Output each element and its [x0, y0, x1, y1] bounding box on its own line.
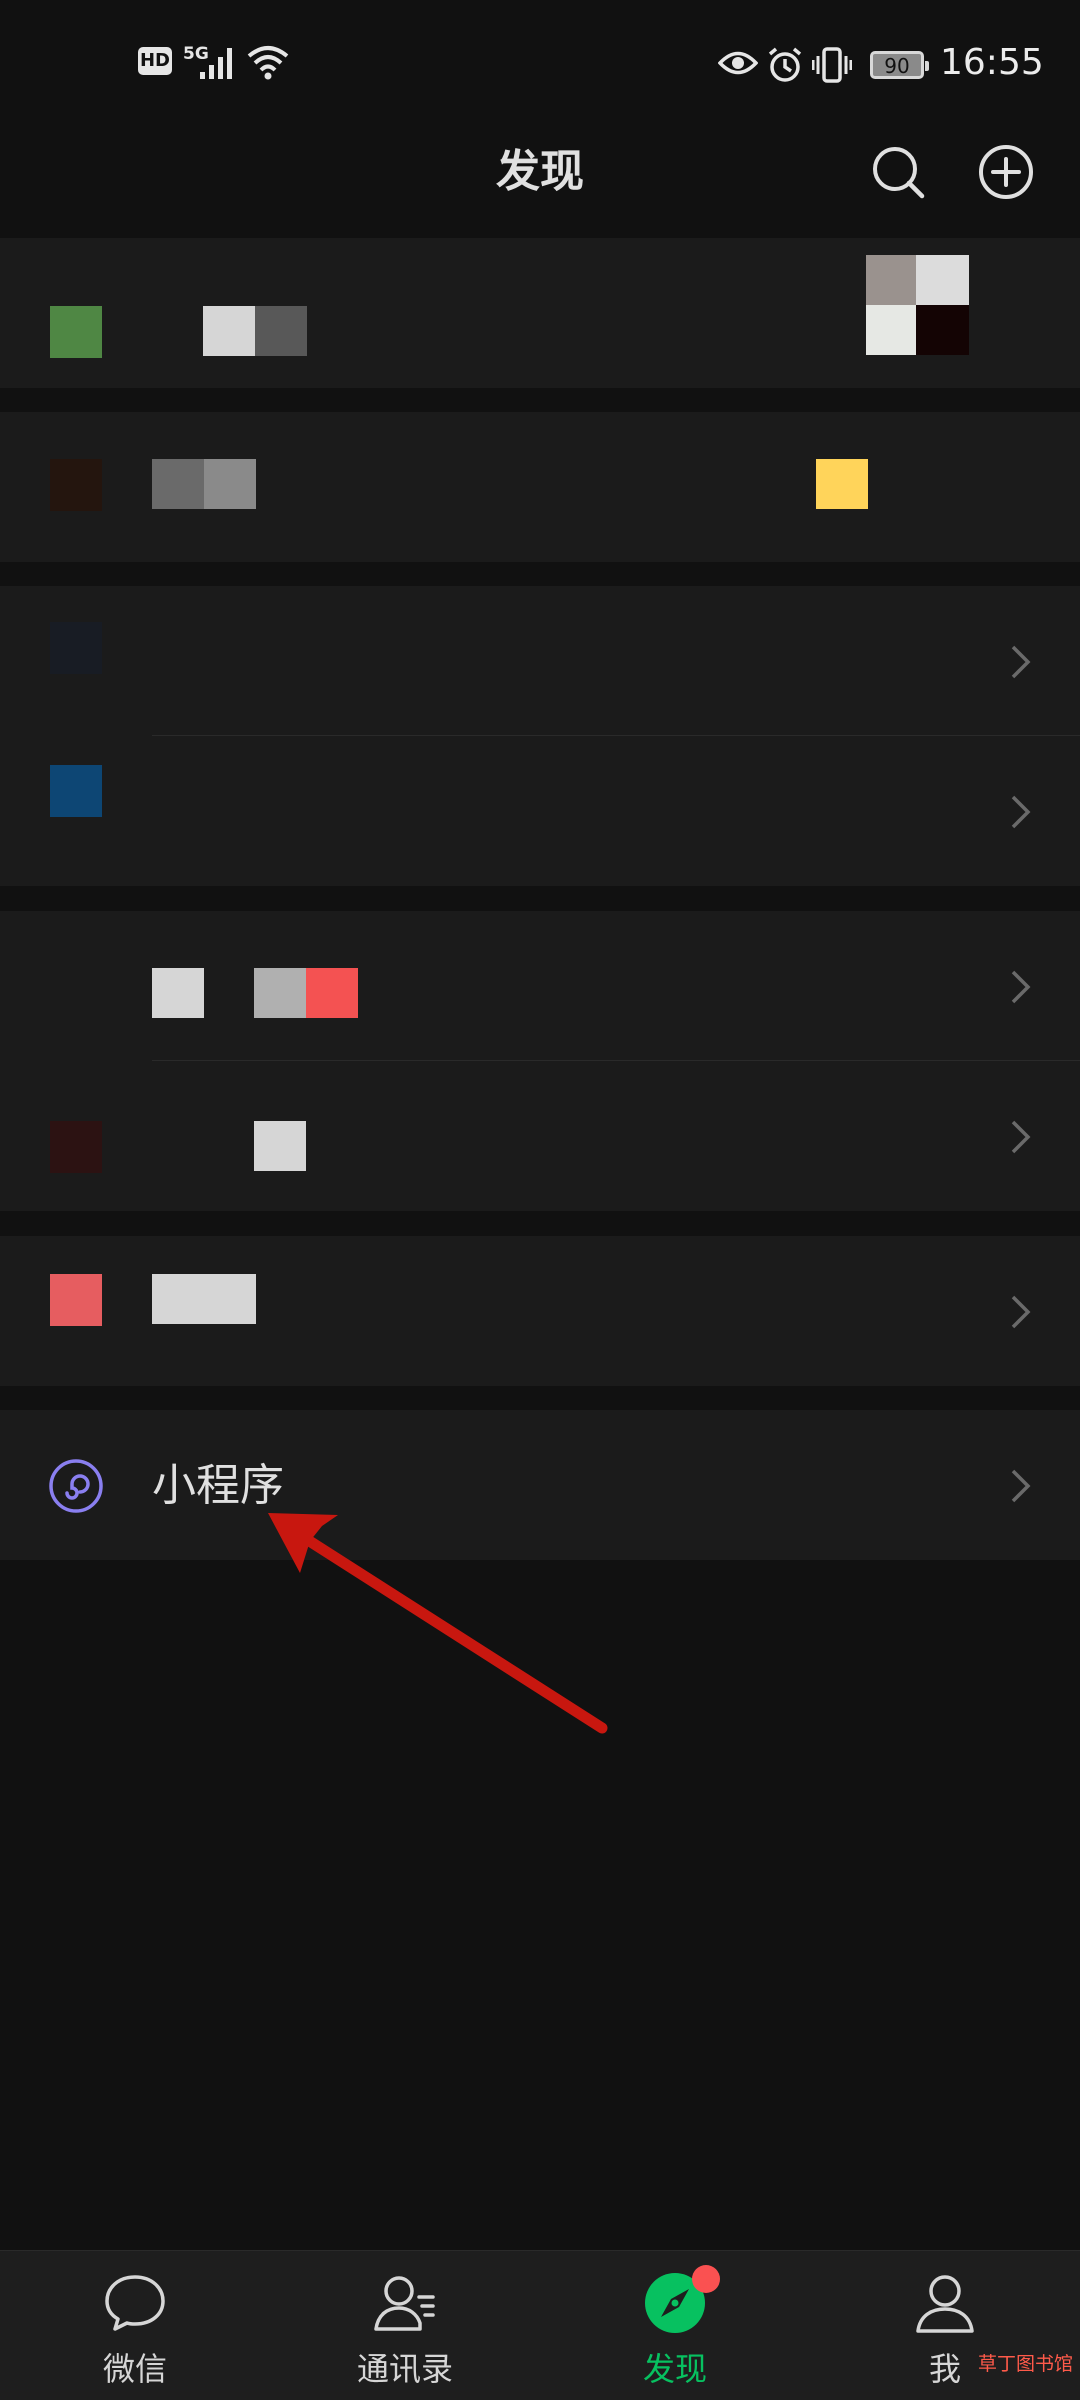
tab-label: 微信 [102, 2350, 167, 2388]
alarm-icon [768, 47, 802, 82]
tab-label: 通讯录 [356, 2350, 453, 2388]
blurred-thumbnail [866, 255, 916, 305]
wifi-icon [247, 46, 289, 80]
blurred-label [152, 1274, 256, 1324]
blurred-label [306, 968, 358, 1018]
blurred-badge [816, 459, 868, 509]
discover-screen: HD 5G 90 16:55 发现 小程序 微信 通讯录 发现 我 草丁图书馆 [0, 0, 1080, 2400]
chat-icon [105, 2275, 165, 2331]
eye-icon [718, 51, 758, 75]
tab-contacts[interactable]: 通讯录 [270, 2251, 540, 2400]
add-icon[interactable] [976, 142, 1036, 202]
chevron-right-icon [1011, 645, 1031, 679]
signal-icon [200, 48, 232, 79]
tab-label: 发现 [642, 2350, 707, 2388]
notification-badge [692, 2265, 720, 2293]
blurred-label [204, 459, 256, 509]
item-icon [50, 1274, 102, 1326]
blurred-label [254, 968, 306, 1018]
item-icon [50, 459, 102, 511]
chevron-right-icon [1011, 970, 1031, 1004]
mini-programs-item[interactable]: 小程序 [0, 1410, 1080, 1560]
blurred-label [152, 459, 204, 509]
list-item[interactable] [0, 736, 1080, 886]
blurred-label [254, 1121, 306, 1171]
item-icon [50, 306, 102, 358]
blurred-thumbnail [866, 305, 916, 355]
tab-discover[interactable]: 发现 [540, 2251, 810, 2400]
chevron-right-icon [1011, 1295, 1031, 1329]
list-item[interactable] [0, 1236, 1080, 1386]
blurred-thumbnail [916, 305, 969, 355]
tab-chats[interactable]: 微信 [0, 2251, 270, 2400]
list-item[interactable] [0, 412, 1080, 562]
vibrate-icon [812, 47, 852, 83]
search-icon[interactable] [868, 142, 928, 202]
list-item[interactable] [0, 1061, 1080, 1211]
chevron-right-icon [1011, 795, 1031, 829]
header-bar: 发现 [0, 120, 1080, 238]
mini-programs-label: 小程序 [152, 1460, 284, 1511]
battery-icon: 90 [870, 51, 929, 79]
person-icon [916, 2275, 974, 2333]
list-item[interactable] [0, 238, 1080, 388]
status-bar: HD 5G 90 16:55 [0, 0, 1080, 120]
chevron-right-icon [1011, 1120, 1031, 1154]
tab-me[interactable]: 我 [810, 2251, 1080, 2400]
chevron-right-icon [1011, 1469, 1031, 1503]
blurred-thumbnail [916, 255, 969, 305]
mini-program-icon [49, 1459, 103, 1513]
blurred-label [203, 306, 255, 356]
hd-icon: HD [138, 47, 172, 75]
blurred-label [152, 968, 204, 1018]
blurred-label [255, 306, 307, 356]
battery-level: 90 [884, 54, 910, 78]
status-time: 16:55 [940, 42, 1044, 83]
contacts-icon [374, 2276, 435, 2331]
watermark: 草丁图书馆 [978, 2353, 1074, 2375]
item-icon [50, 765, 102, 817]
bottom-tab-bar: 微信 通讯录 发现 我 [0, 2250, 1080, 2400]
list-item[interactable] [0, 911, 1080, 1061]
list-item[interactable] [0, 586, 1080, 736]
item-icon [50, 1121, 102, 1173]
item-icon [50, 622, 102, 674]
